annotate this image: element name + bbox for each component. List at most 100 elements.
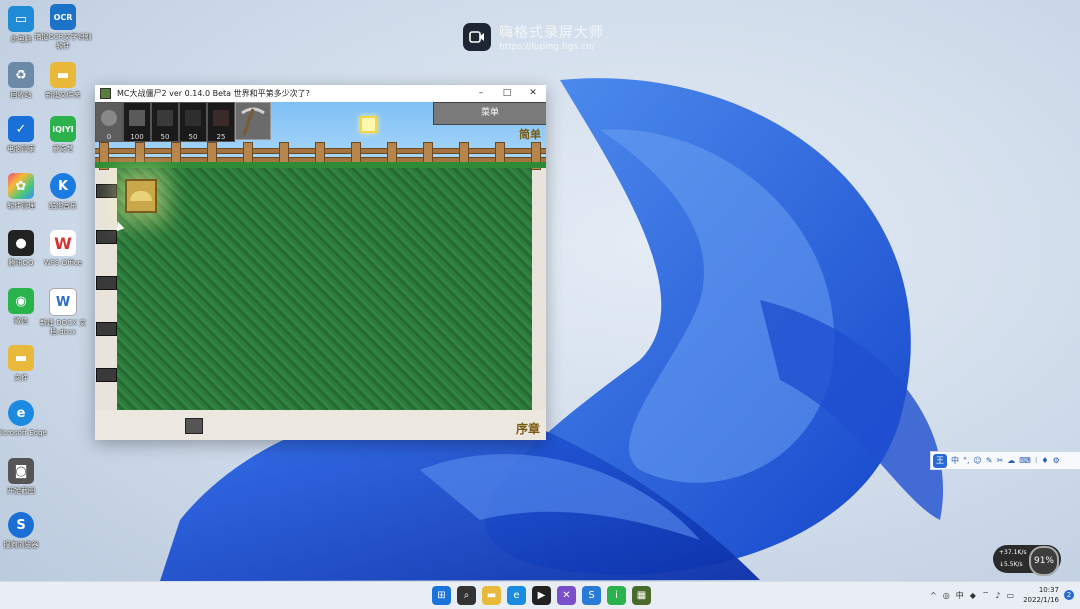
qq-penguin-icon: ●	[8, 230, 34, 256]
tray-overflow-caret[interactable]: ^	[930, 591, 937, 600]
ime-punctuation-icon[interactable]: °,	[963, 456, 970, 465]
memory-usage: 91%	[1029, 546, 1059, 576]
level-label: 序章	[516, 422, 541, 436]
dispenser-icon	[129, 110, 145, 126]
tray-network-icon[interactable]: ◎	[943, 591, 950, 600]
watermark-url: https://luping.hgs.cn/	[499, 42, 595, 52]
pickaxe-tool[interactable]	[235, 102, 271, 140]
window-titlebar[interactable]: MC大战僵尸2 ver 0.14.0 Beta 世界和平第多少次了? – □ ✕	[95, 85, 546, 102]
close-button[interactable]: ✕	[520, 85, 546, 102]
taskbar: ⊞ ⌕ ▬ e ▶ ✕ Si ▦ ^ ◎ 中 ◆ ⌔ ♪ ▭ 10:37 2022/1/16 …	[0, 581, 1080, 609]
windows-start-icon[interactable]: ⊞	[432, 586, 451, 605]
file-explorer-icon[interactable]: ▬	[482, 586, 501, 605]
minecart-icon	[95, 270, 117, 292]
game-app-icon	[100, 88, 111, 99]
sogou-icon: S	[8, 512, 34, 538]
game-icon[interactable]: ▦	[632, 586, 651, 605]
pickaxe-icon	[241, 107, 265, 136]
lawn-grid[interactable]	[117, 168, 532, 410]
ime-cloud-icon[interactable]: ☁	[1007, 456, 1015, 465]
minimize-button[interactable]: –	[468, 85, 494, 102]
minecart-icon	[95, 224, 117, 246]
desktop-icon-files[interactable]: ▬ 文件	[0, 345, 51, 383]
upload-speed: +37.1K/s	[999, 549, 1027, 556]
desktop-icon-sogou[interactable]: S 搜狗浏览器	[0, 512, 51, 550]
recorder-icon[interactable]: ▶	[532, 586, 551, 605]
daylight-sensor-icon	[130, 191, 152, 201]
game-window[interactable]: MC大战僵尸2 ver 0.14.0 Beta 世界和平第多少次了? – □ ✕…	[95, 85, 546, 440]
maximize-button[interactable]: □	[494, 85, 520, 102]
desktop-icon-kugou[interactable]: K 酷狗音乐	[33, 173, 93, 211]
seed-slot-2[interactable]: 50	[151, 102, 179, 142]
ime-handwrite-icon[interactable]: ✎	[986, 456, 993, 465]
ime-more-icon[interactable]: ⁝	[1035, 456, 1038, 465]
ime-keyboard-icon[interactable]: ⌨	[1019, 456, 1031, 465]
sun-icon[interactable]	[360, 116, 377, 133]
desktop-icon-iqiyi[interactable]: iQIYI 爱奇艺	[33, 116, 93, 154]
iqiyi-icon[interactable]: i	[607, 586, 626, 605]
minecart-icon	[95, 316, 117, 338]
desktop-icon-screenshot[interactable]: ◙ 开始截图	[0, 458, 51, 496]
recycle-bin-icon: ♻	[8, 62, 34, 88]
network-monitor[interactable]: +37.1K/s ↓5.5K/s 91%	[993, 545, 1061, 576]
ime-settings-icon[interactable]: ⚙	[1053, 456, 1060, 465]
seed-slot-3[interactable]: 50	[179, 102, 207, 142]
ime-scissors-icon[interactable]: ✂	[997, 456, 1004, 465]
seed-slot-bar: 0 100 50 50 25	[95, 102, 271, 142]
block-icon	[185, 110, 201, 126]
folder-icon: ▬	[8, 345, 34, 371]
shield-icon: ✓	[8, 116, 34, 142]
desktop-icon-ocr[interactable]: OCR 捕捉OCR文字识别软件	[33, 4, 93, 51]
clock-date: 2022/1/16	[1023, 596, 1059, 604]
seed-slot-4[interactable]: 25	[207, 102, 235, 142]
watermark-title: 嗨格式录屏大师	[499, 25, 604, 41]
monitor-icon: ▭	[8, 6, 34, 32]
download-speed: ↓5.5K/s	[999, 561, 1023, 568]
placed-plant[interactable]	[125, 179, 157, 213]
tnt-icon	[213, 110, 229, 126]
tray-volume-icon[interactable]: ♪	[995, 591, 1000, 600]
minecart-icon	[95, 362, 117, 384]
difficulty-label: 简单	[519, 128, 541, 141]
desktop-icon-docx[interactable]: W 新建 DOCX 文档.docx	[33, 288, 93, 337]
tray-wifi-icon[interactable]: ⌔	[982, 590, 990, 600]
tray-shield-icon[interactable]: ◆	[970, 591, 976, 600]
wechat-icon: ◉	[8, 288, 34, 314]
sogou-icon[interactable]: S	[582, 586, 601, 605]
camera-icon: ◙	[8, 458, 34, 484]
minecart-icon	[95, 178, 117, 200]
tray-ime-indicator[interactable]: 中	[956, 590, 964, 601]
menu-button[interactable]: 菜单	[433, 102, 546, 125]
seed-slot-sun-counter[interactable]: 0	[95, 102, 123, 142]
iqiyi-icon: iQIYI	[50, 116, 76, 142]
gear-icon	[101, 110, 117, 126]
tray-battery-icon[interactable]: ▭	[1007, 591, 1015, 600]
search-icon[interactable]: ⌕	[457, 586, 476, 605]
kugou-icon: K	[50, 173, 76, 199]
ime-toolbar[interactable]: 王 中 °, ☺ ✎ ✂ ☁ ⌨ ⁝ ♦ ⚙	[930, 451, 1080, 470]
vs-icon[interactable]: ✕	[557, 586, 576, 605]
desktop-icon-new-folder[interactable]: ▬ 新建文件夹	[33, 62, 93, 100]
video-camera-icon	[463, 23, 491, 51]
edge-icon[interactable]: e	[507, 586, 526, 605]
word-doc-icon: W	[49, 288, 77, 316]
ime-chinese-toggle[interactable]: 中	[951, 455, 959, 466]
notification-badge[interactable]: 2	[1064, 590, 1074, 600]
ime-logo[interactable]: 王	[933, 453, 947, 468]
clock[interactable]: 10:37 2022/1/16	[1023, 585, 1059, 605]
flower-icon: ✿	[8, 173, 34, 199]
ime-emoji-icon[interactable]: ☺	[974, 456, 982, 465]
ocr-app-icon: OCR	[50, 4, 76, 30]
desktop-icon-wps[interactable]: W WPS Office	[33, 230, 93, 268]
game-canvas[interactable]: 0 100 50 50 25 菜单 简单 序章	[95, 102, 546, 440]
system-tray: ^ ◎ 中 ◆ ⌔ ♪ ▭ 10:37 2022/1/16 2	[927, 585, 1074, 605]
window-title: MC大战僵尸2 ver 0.14.0 Beta 世界和平第多少次了?	[117, 89, 310, 98]
clock-time: 10:37	[1038, 586, 1059, 594]
edge-icon: e	[8, 400, 34, 426]
seed-slot-1[interactable]: 100	[123, 102, 151, 142]
bottom-bar: 序章	[95, 410, 546, 440]
ime-skin-icon[interactable]: ♦	[1041, 456, 1048, 465]
desktop-icon-edge[interactable]: e Microsoft Edge	[0, 400, 51, 438]
shovel-icon[interactable]	[185, 418, 203, 434]
recorder-watermark: 嗨格式录屏大师 https://luping.hgs.cn/	[463, 22, 604, 52]
